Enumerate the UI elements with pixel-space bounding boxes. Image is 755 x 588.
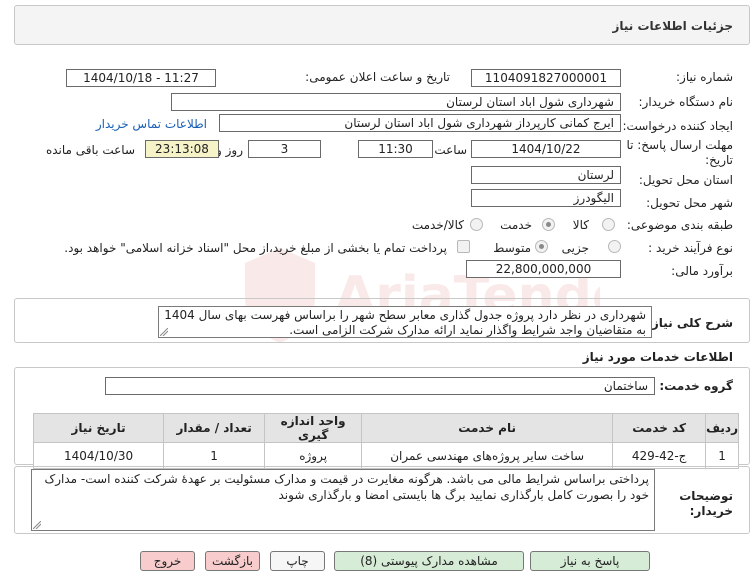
category-goods-service-radio[interactable] xyxy=(470,218,483,231)
category-service-label: خدمت xyxy=(500,218,532,232)
announce-label: تاریخ و ساعت اعلان عمومی: xyxy=(305,70,450,84)
buyer-notes-label-2: خریدار: xyxy=(689,504,733,518)
time-label: ساعت xyxy=(434,143,467,157)
estimate-label: برآورد مالی: xyxy=(671,264,733,278)
service-group-field: ساختمان xyxy=(105,377,655,395)
deadline-label: مهلت ارسال پاسخ: تا xyxy=(626,138,733,152)
cell-unit: پروژه xyxy=(264,442,363,469)
category-goods-service-label: کالا/خدمت xyxy=(411,218,464,232)
page-header: جزئیات اطلاعات نیاز xyxy=(14,5,750,45)
summary-text: شهرداری در نظر دارد پروژه جدول گذاری معا… xyxy=(158,306,652,338)
process-label: نوع فرآیند خرید : xyxy=(648,241,733,255)
col-service-code: کد خدمت xyxy=(612,413,707,443)
province-label: استان محل تحویل: xyxy=(638,173,733,187)
cell-need-date: 1404/10/30 xyxy=(32,442,165,469)
category-goods-label: کالا xyxy=(572,218,589,232)
need-number-label: شماره نیاز: xyxy=(676,70,733,84)
col-quantity: تعداد / مقدار xyxy=(163,413,266,443)
cell-row: 1 xyxy=(705,442,739,469)
category-label: طبقه بندی موضوعی: xyxy=(626,218,733,232)
estimate-field: 22,800,000,000 xyxy=(466,260,621,278)
treasury-payment-checkbox[interactable] xyxy=(457,240,470,253)
process-medium-radio[interactable] xyxy=(535,240,548,253)
table-header-row: ردیف کد خدمت نام خدمت واحد اندازه گیری ت… xyxy=(32,413,739,443)
contact-buyer-link[interactable]: اطلاعات تماس خریدار xyxy=(96,117,207,131)
services-table: ردیف کد خدمت نام خدمت واحد اندازه گیری ت… xyxy=(32,413,739,469)
remaining-time-field: 23:13:08 xyxy=(145,140,219,158)
creator-field: ایرج کمانی کارپرداز شهرداری شول اباد است… xyxy=(219,114,621,132)
buyer-notes-label: توضیحات xyxy=(679,489,733,503)
creator-label: ایجاد کننده درخواست: xyxy=(622,119,733,133)
view-documents-button[interactable]: مشاهده مدارک پیوستی (8) xyxy=(334,551,524,571)
deadline-date-field: 1404/10/22 xyxy=(471,140,621,158)
announce-field: 1404/10/18 - 11:27 xyxy=(66,69,216,87)
back-button[interactable]: بازگشت xyxy=(205,551,260,571)
resize-grip-icon[interactable] xyxy=(33,521,41,529)
process-minor-radio[interactable] xyxy=(608,240,621,253)
buyer-org-field: شهرداری شول اباد استان لرستان xyxy=(171,93,621,111)
cell-quantity: 1 xyxy=(163,442,266,469)
reply-button[interactable]: پاسخ به نیاز xyxy=(530,551,650,571)
buyer-notes-text: پرداختی براساس شرایط مالی می باشد. هرگون… xyxy=(31,469,655,531)
process-medium-label: متوسط xyxy=(493,241,531,255)
treasury-payment-note: پرداخت تمام یا بخشی از مبلغ خرید،از محل … xyxy=(64,241,447,255)
col-unit: واحد اندازه گیری xyxy=(264,413,363,443)
process-minor-label: جزیی xyxy=(561,241,589,255)
city-label: شهر محل تحویل: xyxy=(646,196,733,210)
remaining-label: ساعت باقی مانده xyxy=(45,143,135,157)
deadline-date-label: تاریخ: xyxy=(705,153,733,167)
days-label: روز و xyxy=(216,143,243,157)
col-need-date: تاریخ نیاز xyxy=(32,413,165,443)
need-number-field: 1104091827000001 xyxy=(471,69,621,87)
summary-label: شرح کلی نیاز: xyxy=(647,316,733,330)
city-field: الیگودرز xyxy=(471,189,621,207)
table-row: 1 ج-42-429 ساخت سایر پروژه‌های مهندسی عم… xyxy=(32,442,739,469)
services-section-title: اطلاعات خدمات مورد نیاز xyxy=(582,350,733,364)
cell-service-name: ساخت سایر پروژه‌های مهندسی عمران xyxy=(361,442,614,469)
page-title: جزئیات اطلاعات نیاز xyxy=(612,19,733,33)
province-field: لرستان xyxy=(471,166,621,184)
service-group-label: گروه خدمت: xyxy=(659,379,733,393)
resize-grip-icon[interactable] xyxy=(160,328,168,336)
cell-service-code: ج-42-429 xyxy=(612,442,707,469)
category-service-radio[interactable] xyxy=(542,218,555,231)
buyer-org-label: نام دستگاه خریدار: xyxy=(638,95,734,109)
deadline-time-field: 11:30 xyxy=(358,140,433,158)
days-field: 3 xyxy=(248,140,321,158)
exit-button[interactable]: خروج xyxy=(140,551,195,571)
col-row: ردیف xyxy=(705,413,739,443)
col-service-name: نام خدمت xyxy=(361,413,614,443)
category-goods-radio[interactable] xyxy=(602,218,615,231)
print-button[interactable]: چاپ xyxy=(270,551,325,571)
